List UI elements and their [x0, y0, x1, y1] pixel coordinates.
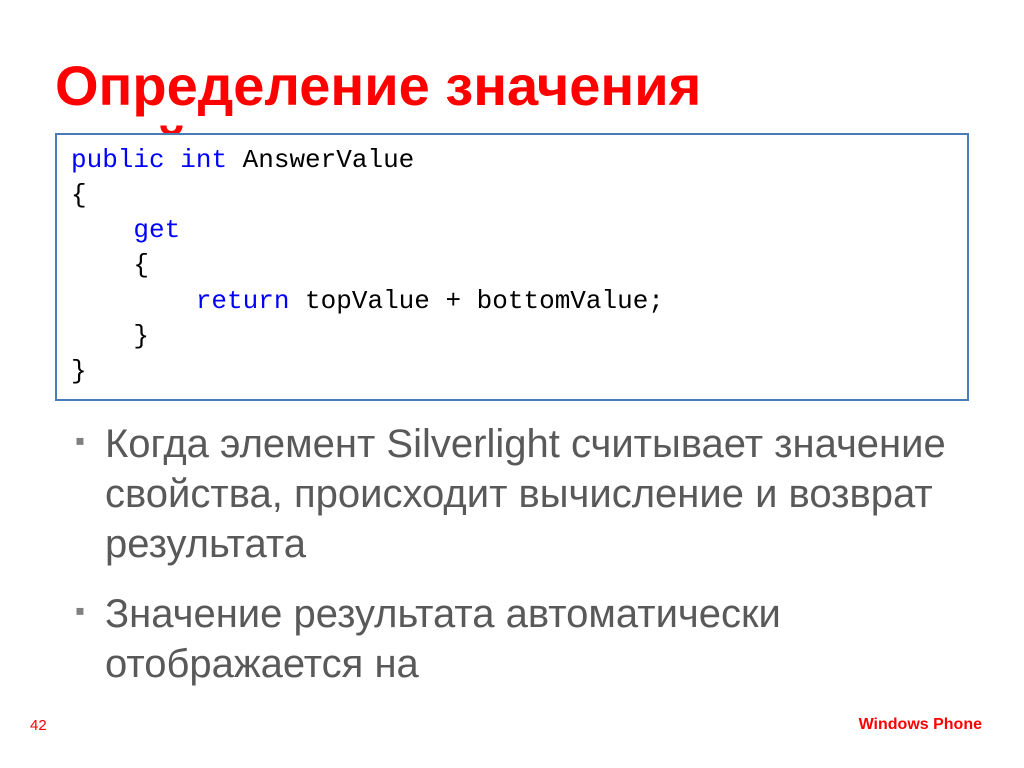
footer-brand: Windows Phone: [859, 716, 982, 734]
keyword-public: public: [71, 145, 165, 175]
code-indent: [71, 215, 133, 245]
code-line-7: }: [71, 354, 953, 389]
code-line-4: {: [71, 248, 953, 283]
list-item: Когда элемент Silverlight считывает знач…: [75, 419, 969, 569]
keyword-get: get: [133, 215, 180, 245]
bullet-list: Когда элемент Silverlight считывает знач…: [0, 419, 1024, 689]
code-line-5: return topValue + bottomValue;: [71, 284, 953, 319]
keyword-int: int: [180, 145, 227, 175]
code-text: AnswerValue: [227, 145, 414, 175]
list-item: Значение результата автоматически отобра…: [75, 589, 969, 689]
code-indent: [71, 286, 196, 316]
code-line-2: {: [71, 178, 953, 213]
keyword-return: return: [196, 286, 290, 316]
code-line-6: }: [71, 319, 953, 354]
code-text: [165, 145, 181, 175]
page-number: 42: [30, 717, 47, 734]
code-line-3: get: [71, 213, 953, 248]
code-block: public int AnswerValue { get { return to…: [55, 133, 969, 401]
code-text: topValue + bottomValue;: [289, 286, 663, 316]
code-line-1: public int AnswerValue: [71, 143, 953, 178]
